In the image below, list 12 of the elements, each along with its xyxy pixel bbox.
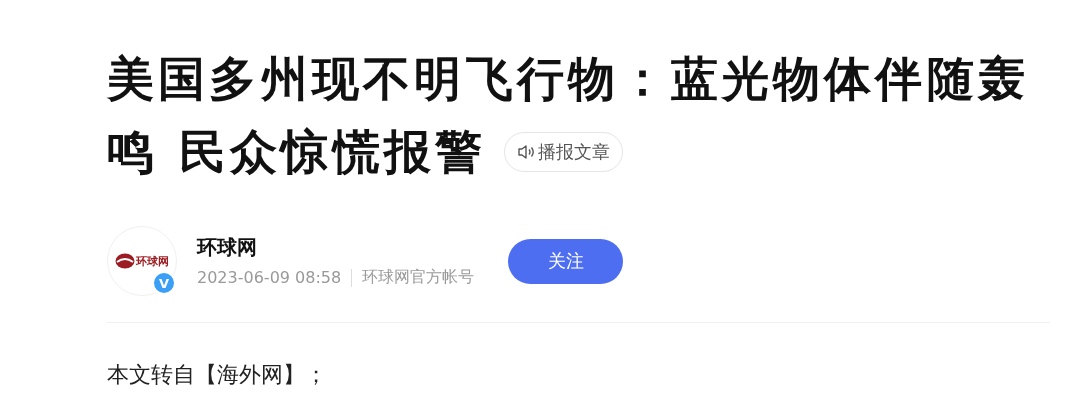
body-paragraph: 本文转自【海外网】；	[107, 361, 328, 389]
account-label: 环球网官方帐号	[362, 267, 475, 288]
publish-time: 2023-06-09 08:58	[197, 268, 342, 287]
logo-icon	[115, 253, 135, 269]
listen-button[interactable]: 播报文章	[504, 131, 624, 172]
logo-text: 环球网	[115, 253, 169, 269]
article-title-line: 鸣 民众惊慌报警	[107, 123, 487, 181]
follow-button[interactable]: 关注	[508, 238, 624, 284]
author-name[interactable]: 环球网	[197, 234, 475, 261]
article-title-line: 美国多州现不明飞行物：蓝光物体伴随轰	[107, 50, 1031, 108]
speaker-icon	[517, 143, 536, 160]
verified-badge: V	[152, 271, 176, 295]
